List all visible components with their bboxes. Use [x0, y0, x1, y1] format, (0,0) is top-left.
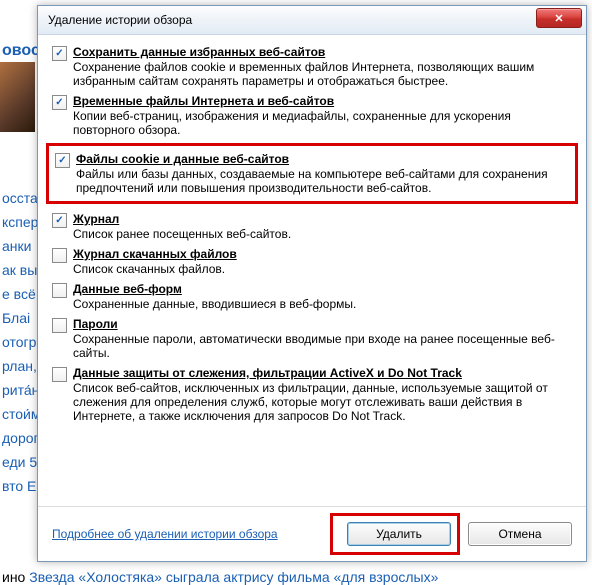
option-title: Сохранить данные избранных веб-сайтов: [73, 45, 572, 59]
option-text: Данные веб-формСохраненные данные, вводи…: [73, 282, 572, 311]
option-row: ПаролиСохраненные пароли, автоматически …: [52, 317, 572, 360]
option-checkbox[interactable]: [55, 153, 70, 168]
option-checkbox[interactable]: [52, 95, 67, 110]
delete-button-highlight: Удалить: [330, 513, 460, 555]
option-title: Журнал: [73, 212, 572, 226]
option-row: Данные веб-формСохраненные данные, вводи…: [52, 282, 572, 311]
option-title: Файлы cookie и данные веб-сайтов: [76, 152, 569, 166]
option-row: Файлы cookie и данные веб-сайтовФайлы ил…: [55, 152, 569, 195]
dialog-body: Сохранить данные избранных веб-сайтовСох…: [38, 35, 586, 423]
background-thumbnail: [0, 62, 35, 132]
option-description: Список веб-сайтов, исключенных из фильтр…: [73, 381, 572, 423]
option-row: Журнал скачанных файловСписок скачанных …: [52, 247, 572, 276]
dialog-title: Удаление истории обзора: [48, 13, 192, 27]
option-text: Сохранить данные избранных веб-сайтовСох…: [73, 45, 572, 88]
option-row: Временные файлы Интернета и веб-сайтовКо…: [52, 94, 572, 137]
option-row: Сохранить данные избранных веб-сайтовСох…: [52, 45, 572, 88]
option-description: Файлы или базы данных, создаваемые на ко…: [76, 167, 569, 195]
option-checkbox[interactable]: [52, 318, 67, 333]
option-checkbox[interactable]: [52, 248, 67, 263]
option-text: Файлы cookie и данные веб-сайтовФайлы ил…: [76, 152, 569, 195]
option-row: Данные защиты от слежения, фильтрации Ac…: [52, 366, 572, 423]
option-text: ЖурналСписок ранее посещенных веб-сайтов…: [73, 212, 572, 241]
highlighted-option: Файлы cookie и данные веб-сайтовФайлы ил…: [46, 143, 578, 204]
option-checkbox[interactable]: [52, 46, 67, 61]
news-headline[interactable]: ино Звезда «Холостяка» сыграла актрису ф…: [0, 567, 592, 585]
option-checkbox[interactable]: [52, 213, 67, 228]
option-checkbox[interactable]: [52, 367, 67, 382]
dialog-footer: Подробнее об удалении истории обзора Уда…: [38, 506, 586, 561]
option-text: Данные защиты от слежения, фильтрации Ac…: [73, 366, 572, 423]
option-description: Сохраненные пароли, автоматически вводим…: [73, 332, 572, 360]
option-title: Журнал скачанных файлов: [73, 247, 572, 261]
delete-button[interactable]: Удалить: [347, 522, 451, 546]
option-description: Список ранее посещенных веб-сайтов.: [73, 227, 572, 241]
close-icon: ✕: [554, 12, 563, 25]
learn-more-link[interactable]: Подробнее об удалении истории обзора: [52, 527, 278, 541]
option-title: Пароли: [73, 317, 572, 331]
option-title: Данные защиты от слежения, фильтрации Ac…: [73, 366, 572, 380]
option-row: ЖурналСписок ранее посещенных веб-сайтов…: [52, 212, 572, 241]
option-description: Сохраненные данные, вводившиеся в веб-фо…: [73, 297, 572, 311]
option-description: Копии веб-страниц, изображения и медиафа…: [73, 109, 572, 137]
close-button[interactable]: ✕: [536, 8, 582, 28]
option-description: Список скачанных файлов.: [73, 262, 572, 276]
dialog-titlebar[interactable]: Удаление истории обзора ✕: [38, 6, 586, 35]
option-text: Журнал скачанных файловСписок скачанных …: [73, 247, 572, 276]
news-link[interactable]: Звезда «Холостяка» сыграла актрису фильм…: [29, 569, 438, 585]
option-text: Временные файлы Интернета и веб-сайтовКо…: [73, 94, 572, 137]
news-prefix: ино: [2, 569, 29, 585]
option-description: Сохранение файлов cookie и временных фай…: [73, 60, 572, 88]
option-text: ПаролиСохраненные пароли, автоматически …: [73, 317, 572, 360]
cancel-button[interactable]: Отмена: [468, 522, 572, 546]
option-title: Данные веб-форм: [73, 282, 572, 296]
delete-history-dialog: Удаление истории обзора ✕ Сохранить данн…: [37, 5, 587, 562]
option-checkbox[interactable]: [52, 283, 67, 298]
option-title: Временные файлы Интернета и веб-сайтов: [73, 94, 572, 108]
